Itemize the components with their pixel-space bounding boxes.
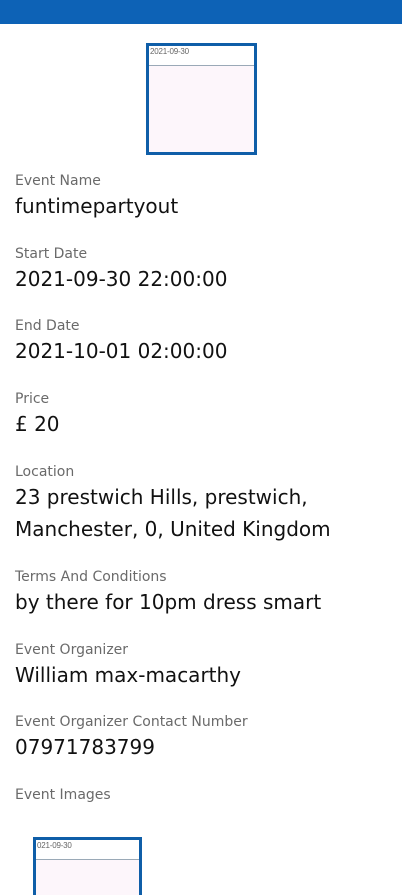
field-value: 2021-10-01 02:00:00 bbox=[15, 339, 228, 363]
field-value: £ 20 bbox=[15, 412, 60, 436]
event-thumbnail[interactable]: 2021-09-30 bbox=[146, 43, 257, 155]
field-label: End Date bbox=[15, 318, 80, 334]
field-label: Event Name bbox=[15, 173, 101, 189]
field-end-date: End Date 2021-10-01 02:00:00 bbox=[15, 317, 395, 367]
field-start-date: Start Date 2021-09-30 22:00:00 bbox=[15, 245, 395, 295]
field-event-name: Event Name funtimepartyout bbox=[15, 172, 395, 222]
field-organizer-contact-number: Event Organizer Contact Number 079717837… bbox=[15, 713, 395, 763]
event-images-label: Event Images bbox=[15, 787, 111, 803]
thumbnail-date: 021-09-30 bbox=[37, 841, 72, 850]
event-image-item[interactable]: 021-09-30 bbox=[33, 837, 142, 895]
thumbnail-date-strip: 021-09-30 bbox=[36, 840, 139, 860]
field-label: Terms And Conditions bbox=[15, 569, 167, 585]
field-value: funtimepartyout bbox=[15, 194, 179, 218]
event-images-section: Event Images bbox=[15, 786, 395, 804]
field-event-organizer: Event Organizer William max-macarthy bbox=[15, 641, 395, 691]
field-terms-and-conditions: Terms And Conditions by there for 10pm d… bbox=[15, 568, 395, 618]
field-value: by there for 10pm dress smart bbox=[15, 590, 322, 614]
field-label: Event Organizer Contact Number bbox=[15, 714, 248, 730]
field-price: Price £ 20 bbox=[15, 390, 395, 440]
field-label: Price bbox=[15, 391, 50, 407]
app-header-bar bbox=[0, 0, 402, 24]
field-location: Location 23 prestwich Hills, prestwich, … bbox=[15, 463, 395, 545]
field-label: Location bbox=[15, 464, 75, 480]
field-label: Event Organizer bbox=[15, 642, 129, 658]
field-value: 2021-09-30 22:00:00 bbox=[15, 267, 228, 291]
field-value[interactable]: 07971783799 bbox=[15, 731, 395, 763]
field-value: William max-macarthy bbox=[15, 663, 242, 687]
thumbnail-date-strip: 2021-09-30 bbox=[149, 46, 254, 66]
field-label: Start Date bbox=[15, 246, 88, 262]
thumbnail-date: 2021-09-30 bbox=[150, 47, 189, 56]
field-value: 23 prestwich Hills, prestwich, Mancheste… bbox=[15, 485, 331, 541]
